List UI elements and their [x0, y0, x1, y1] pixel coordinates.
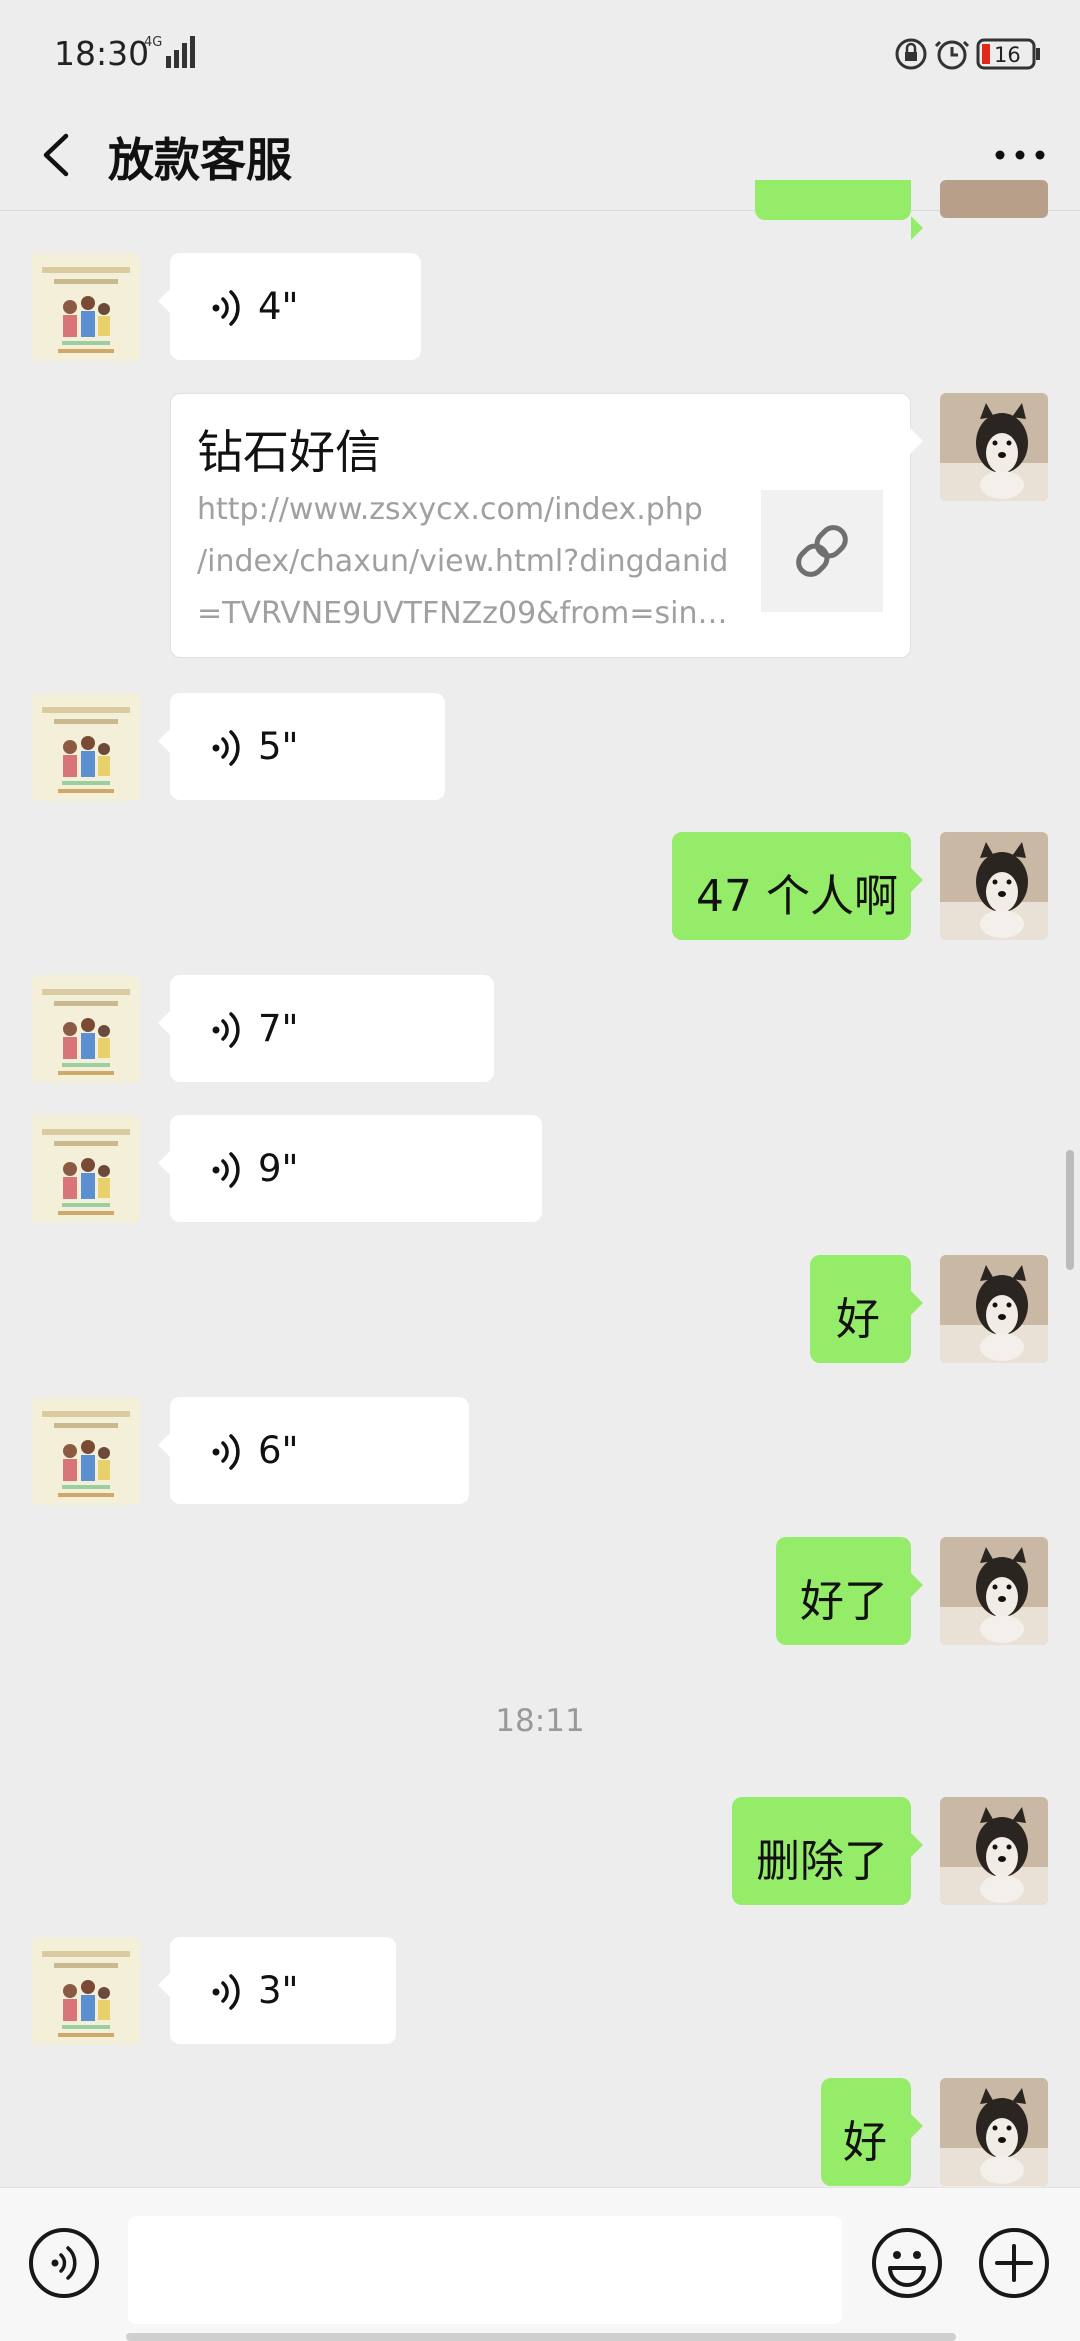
alarm-icon — [934, 40, 970, 70]
self-avatar-image — [940, 1537, 1048, 1645]
battery-icon: 16 — [976, 38, 1040, 70]
voice-message[interactable]: 5" — [158, 693, 445, 800]
chat-header: 放款客服 — [0, 100, 1080, 211]
signal-icon: 4G — [144, 35, 195, 68]
voice-duration: 9" — [258, 1147, 299, 1190]
avatar-contact[interactable] — [32, 1937, 140, 2045]
lock-rotation-icon — [895, 38, 927, 70]
self-avatar-image — [940, 1255, 1048, 1363]
voice-input-icon[interactable] — [27, 2226, 101, 2300]
voice-wave-icon — [212, 1012, 240, 1048]
voice-wave-icon — [212, 730, 240, 766]
avatar-self[interactable] — [940, 1255, 1048, 1363]
voice-duration: 7" — [258, 1007, 299, 1050]
self-avatar-image — [940, 832, 1048, 940]
contact-avatar-image — [32, 693, 140, 801]
sent-text-bubble[interactable]: 好 — [821, 2078, 923, 2186]
link-url-line: /index/chaxun/view.html?dingdanid — [197, 544, 729, 579]
scroll-indicator[interactable] — [1066, 1150, 1074, 1270]
sent-text-bubble[interactable]: 删除了 — [732, 1797, 923, 1905]
avatar-contact[interactable] — [32, 253, 140, 361]
status-right-icons: 16 — [895, 38, 1040, 70]
link-url-line: =TVRVNE9UVTFNZz09&from=singl... — [197, 596, 737, 631]
status-time: 18:30 — [54, 34, 150, 73]
battery-level: 16 — [994, 43, 1021, 67]
avatar-contact[interactable] — [32, 1115, 140, 1223]
avatar-self[interactable] — [940, 1797, 1048, 1905]
message-text: 好了 — [800, 1576, 888, 1627]
link-card-title: 钻石好信 — [197, 425, 381, 479]
voice-duration: 6" — [258, 1429, 299, 1472]
avatar-self[interactable] — [940, 393, 1048, 501]
more-dots-icon[interactable] — [990, 128, 1050, 182]
message-text: 47 个人啊 — [696, 871, 898, 922]
voice-wave-icon — [212, 1152, 240, 1188]
message-input[interactable] — [128, 2216, 842, 2324]
message-text: 好 — [843, 2117, 887, 2168]
voice-message[interactable]: 4" — [158, 253, 421, 360]
link-icon — [796, 525, 848, 577]
voice-message[interactable]: 7" — [158, 975, 494, 1082]
voice-duration: 4" — [258, 285, 299, 328]
avatar-self[interactable] — [940, 180, 1048, 218]
self-avatar-image — [940, 2078, 1048, 2186]
network-label: 4G — [144, 35, 162, 50]
avatar-contact[interactable] — [32, 1397, 140, 1505]
voice-wave-icon — [212, 1974, 240, 2010]
sent-text-bubble[interactable]: 好 — [810, 1255, 923, 1363]
time-separator: 18:11 — [495, 1703, 585, 1739]
voice-duration: 3" — [258, 1969, 299, 2012]
link-url-line: http://www.zsxycx.com/index.php — [197, 492, 703, 527]
avatar-self[interactable] — [940, 832, 1048, 940]
sent-text-bubble[interactable]: 47 个人啊 — [672, 832, 923, 940]
link-thumbnail — [761, 490, 883, 612]
voice-wave-icon — [212, 290, 240, 326]
voice-message[interactable]: 6" — [158, 1397, 469, 1504]
link-card-url: http://www.zsxycx.com/index.php /index/c… — [197, 484, 737, 640]
partial-sent-bubble[interactable] — [755, 180, 923, 240]
contact-avatar-image — [32, 975, 140, 1083]
link-card[interactable]: 钻石好信 http://www.zsxycx.com/index.php /in… — [170, 393, 923, 658]
chevron-left-icon[interactable] — [30, 122, 80, 188]
avatar-self[interactable] — [940, 1537, 1048, 1645]
self-avatar-image — [940, 1797, 1048, 1905]
sent-text-bubble[interactable]: 好了 — [776, 1537, 923, 1645]
avatar-contact[interactable] — [32, 693, 140, 801]
self-avatar-image — [940, 393, 1048, 501]
avatar-contact[interactable] — [32, 975, 140, 1083]
chat-title: 放款客服 — [108, 133, 292, 187]
contact-avatar-image — [32, 1115, 140, 1223]
avatar-self[interactable] — [940, 2078, 1048, 2186]
emoji-icon[interactable] — [870, 2226, 944, 2300]
plus-icon[interactable] — [977, 2226, 1051, 2300]
voice-message[interactable]: 9" — [158, 1115, 542, 1222]
voice-wave-icon — [212, 1434, 240, 1470]
contact-avatar-image — [32, 1397, 140, 1505]
voice-message[interactable]: 3" — [158, 1937, 396, 2044]
status-bar: 18:30 4G 16 — [0, 0, 1080, 100]
message-text: 删除了 — [756, 1836, 888, 1887]
voice-duration: 5" — [258, 725, 299, 768]
message-text: 好 — [836, 1294, 880, 1345]
contact-avatar-image — [32, 253, 140, 361]
input-bar — [0, 2187, 1080, 2341]
contact-avatar-image — [32, 1937, 140, 2045]
